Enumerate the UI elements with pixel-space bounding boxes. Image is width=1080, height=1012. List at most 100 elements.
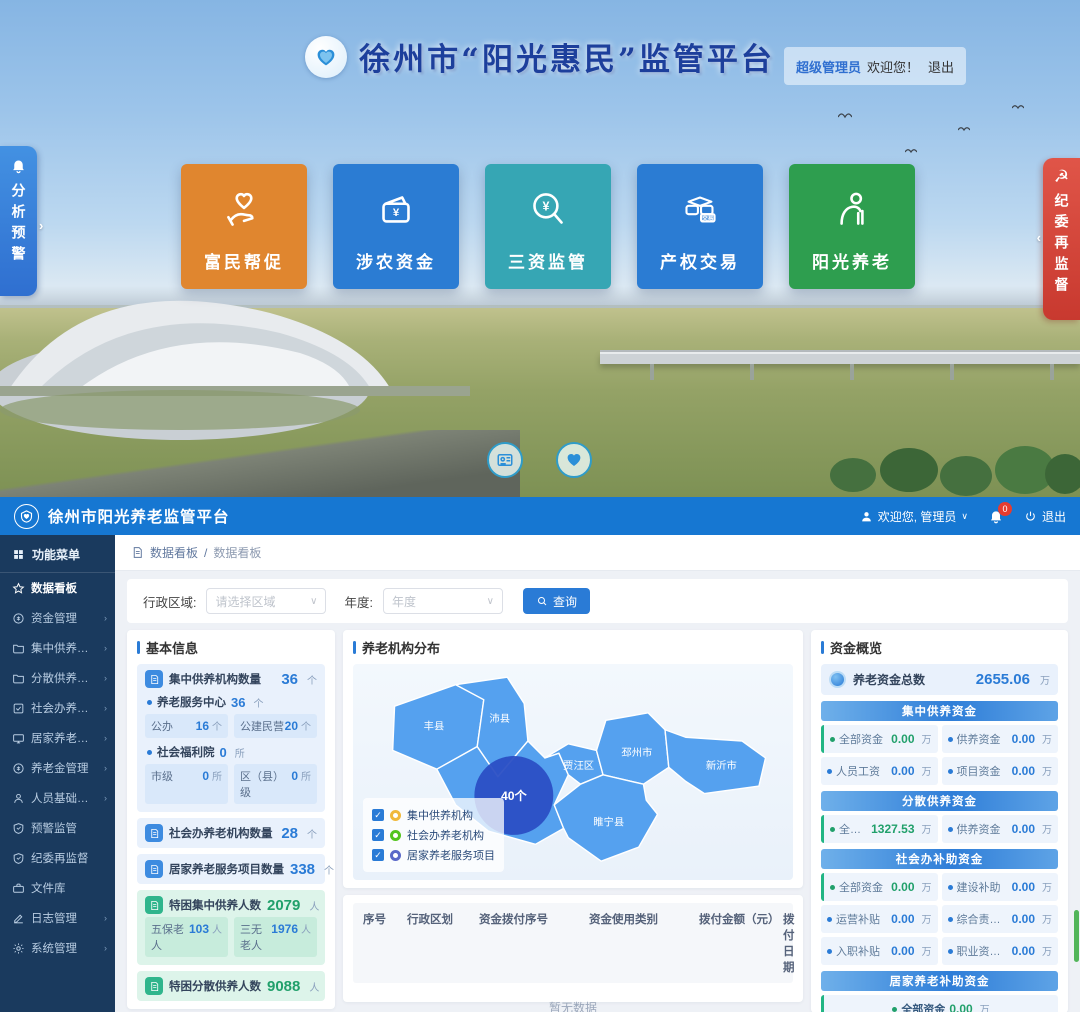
- xuzhou-district-map[interactable]: 丰县 沛县 贾汪区 邳州市 新沂市 睢宁县 40个: [353, 664, 793, 880]
- breadcrumb: 数据看板 / 数据看板: [115, 535, 1080, 571]
- card-label: 特困分散供养人数: [169, 978, 261, 994]
- checkbox-checked[interactable]: ✓: [372, 849, 384, 861]
- chevron-down-icon: ∨: [310, 596, 317, 607]
- map-bubble-count: 40个: [501, 788, 528, 803]
- region-select-placeholder: 请选择区域: [215, 593, 275, 610]
- card-label: 集中供养机构数量: [169, 671, 275, 687]
- sidebar-item-label: 养老金管理: [31, 760, 89, 776]
- title-accent: [137, 641, 140, 654]
- sidebar-item-label: 居家养老服务项目: [31, 730, 98, 746]
- breadcrumb-root[interactable]: 数据看板: [150, 544, 198, 561]
- tile-chanquan-jiaoyi[interactable]: 交易 产权交易: [637, 164, 763, 289]
- doc-icon: [131, 546, 144, 559]
- svg-text:¥: ¥: [393, 207, 400, 219]
- fund-cell: 供养资金0.00万: [942, 815, 1059, 843]
- legend-label: 社会办养老机构: [407, 827, 484, 843]
- tile-label: 产权交易: [660, 248, 740, 273]
- hero-logout-link[interactable]: 退出: [928, 57, 954, 76]
- dashboard-logo-icon: [14, 504, 39, 529]
- id-card-circle-button[interactable]: [487, 442, 523, 478]
- svg-text:¥: ¥: [542, 200, 549, 214]
- sidebar-item-warning-supervision[interactable]: 预警监管: [0, 813, 115, 843]
- sidebar-item-label: 资金管理: [31, 610, 77, 626]
- doc-icon: [145, 824, 163, 842]
- card-unit: 人: [309, 979, 319, 994]
- social-institutions-card: 社会办养老机构数量 28个: [137, 818, 325, 848]
- chip-label: 公建民营: [240, 718, 284, 734]
- heart-care-circle-button[interactable]: [556, 442, 592, 478]
- basic-info-panel: 基本信息 集中供养机构数量 36个 养老服务中心 36个: [127, 630, 335, 1009]
- hero-platform-title: 徐州市“阳光惠民”监管平台: [359, 34, 775, 79]
- map-region-label: 贾汪区: [563, 760, 594, 772]
- chip-label: 公办: [151, 718, 173, 734]
- sub-label: 养老服务中心: [157, 694, 226, 710]
- checkbox-checked[interactable]: ✓: [372, 829, 384, 841]
- chevron-right-icon: ›: [104, 703, 107, 713]
- column-header: 拨付日期: [783, 911, 795, 975]
- sidebar-item-discipline-supervision[interactable]: 纪委再监督: [0, 843, 115, 873]
- year-select[interactable]: 年度 ∨: [383, 588, 503, 614]
- sidebar-item-decentralized-funds[interactable]: 分散供养资金›: [0, 663, 115, 693]
- hero-user-box: 超级管理员 欢迎您！ 退出: [784, 47, 966, 85]
- bridge: [600, 352, 1080, 364]
- sidebar-item-centralized-funds[interactable]: 集中供养资金›: [0, 633, 115, 663]
- map-region-label: 邳州市: [621, 746, 652, 759]
- checkbox-checked[interactable]: ✓: [372, 809, 384, 821]
- search-button[interactable]: 查询: [523, 588, 590, 614]
- breadcrumb-separator: /: [204, 546, 207, 560]
- hero-module-tiles: 富民帮促 ¥ 涉农资金 ¥ 三资监管: [181, 164, 915, 289]
- tile-yangguang-yanglao[interactable]: 阳光养老: [789, 164, 915, 289]
- tile-fumin-bangcu[interactable]: 富民帮促: [181, 164, 307, 289]
- sub-unit: 所: [235, 745, 245, 760]
- legend-label: 集中供养机构: [407, 807, 473, 823]
- total-label: 养老资金总数: [853, 671, 969, 688]
- header-user-menu[interactable]: 欢迎您, 管理员 ∨: [860, 508, 968, 525]
- map-region-label: 睢宁县: [593, 816, 624, 829]
- fund-cell: 全部资金0.00万: [821, 725, 938, 753]
- monitor-icon: [12, 732, 25, 745]
- centralized-support-people-card: 特困集中供养人数 2079人 五保老人103人 三无老人1976人: [137, 890, 325, 965]
- sidebar-item-log-management[interactable]: 日志管理›: [0, 903, 115, 933]
- coin-icon: [12, 612, 25, 625]
- fund-label: 全部资金: [901, 1001, 945, 1012]
- fund-label: 运营补贴: [836, 911, 887, 927]
- sidebar-item-file-library[interactable]: 文件库: [0, 873, 115, 903]
- discipline-supervision-tab[interactable]: ☭ 纪委再监督: [1043, 158, 1080, 320]
- sidebar-item-fund-management[interactable]: 资金管理›: [0, 603, 115, 633]
- tile-shenong-zijin[interactable]: ¥ 涉农资金: [333, 164, 459, 289]
- sidebar-item-personnel-info[interactable]: 人员基础信息›: [0, 783, 115, 813]
- region-select[interactable]: 请选择区域 ∨: [206, 588, 326, 614]
- column-header: 资金使用类别: [589, 911, 699, 975]
- analysis-warning-tab[interactable]: 分析预警: [0, 146, 37, 296]
- chip-label: 市级: [151, 768, 173, 784]
- basic-info-title: 基本信息: [146, 638, 198, 657]
- tile-sanzi-jianguan[interactable]: ¥ 三资监管: [485, 164, 611, 289]
- card-value: 2079: [267, 897, 300, 914]
- chip-unit: 人: [212, 921, 222, 936]
- year-filter-label: 年度:: [344, 592, 372, 611]
- card-label: 居家养老服务项目数量: [169, 861, 284, 877]
- dashboard-title: 徐州市阳光养老监管平台: [48, 505, 230, 527]
- header-logout-button[interactable]: 退出: [1024, 508, 1066, 525]
- homecare-pin-icon: [390, 850, 401, 861]
- bridge-post: [750, 364, 754, 380]
- sidebar-item-label: 文件库: [31, 880, 66, 896]
- sidebar-item-system-management[interactable]: 系统管理›: [0, 933, 115, 963]
- fund-cell: 人员工资0.00万: [821, 757, 938, 785]
- hero-circle-buttons: [487, 442, 592, 478]
- sidebar-item-home-care-projects[interactable]: 居家养老服务项目›: [0, 723, 115, 753]
- fund-cell: 职业资格补贴0.00万: [942, 937, 1059, 965]
- chevron-right-icon[interactable]: ›: [39, 218, 43, 233]
- sidebar-item-data-board[interactable]: 数据看板: [0, 573, 115, 603]
- chevron-left-icon[interactable]: ‹: [1037, 230, 1041, 245]
- fund-value: 0.00: [891, 912, 914, 926]
- header-notifications-button[interactable]: 0: [988, 508, 1004, 524]
- fund-cell: 运营补贴0.00万: [821, 905, 938, 933]
- scrollbar-thumb[interactable]: [1074, 910, 1079, 962]
- fund-label: 全部资金: [839, 731, 887, 747]
- sidebar-item-pension-management[interactable]: 养老金管理›: [0, 753, 115, 783]
- sidebar-item-social-institutions[interactable]: 社会办养老机构›: [0, 693, 115, 723]
- chevron-right-icon: ›: [104, 943, 107, 953]
- card-value: 28: [281, 825, 298, 842]
- sub-value: 36: [231, 695, 245, 710]
